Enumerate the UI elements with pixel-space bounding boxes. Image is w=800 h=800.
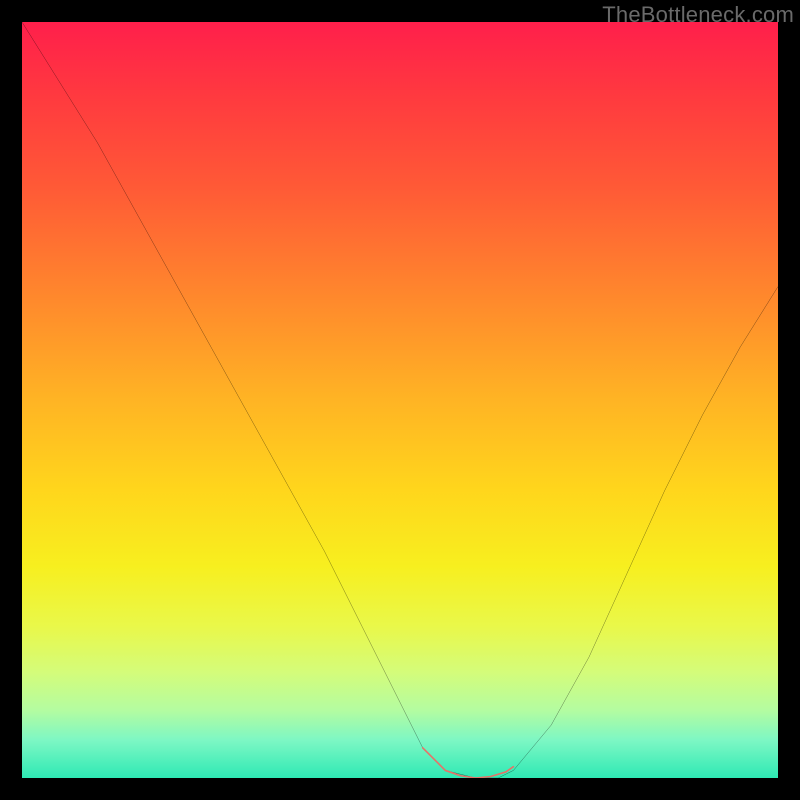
bottleneck-curve [22, 22, 778, 778]
optimal-zone-highlight [423, 748, 514, 778]
curve-layer [22, 22, 778, 778]
chart-frame: TheBottleneck.com [0, 0, 800, 800]
plot-area [22, 22, 778, 778]
